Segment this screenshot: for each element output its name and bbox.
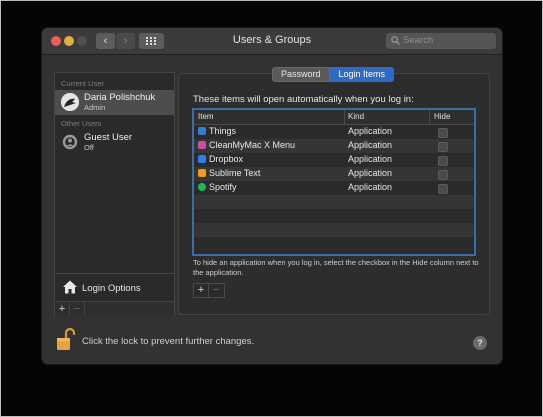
empty-row xyxy=(194,195,474,209)
column-header-kind[interactable]: Kind xyxy=(348,112,364,121)
dropbox-icon xyxy=(198,155,206,163)
remove-user-button[interactable]: − xyxy=(70,302,85,316)
cleanmymac-icon xyxy=(198,141,206,149)
unlocked-lock-icon[interactable] xyxy=(55,327,75,353)
item-name: CleanMyMac X Menu xyxy=(209,140,296,150)
title-bar: ‹ › Users & Groups Search xyxy=(42,28,502,55)
things-icon xyxy=(198,127,206,135)
add-login-item-button[interactable]: + xyxy=(194,284,209,297)
sublime-icon xyxy=(198,169,206,177)
eagle-avatar-icon xyxy=(61,93,79,111)
item-cell: Things xyxy=(198,126,236,136)
users-sidebar: Current User Daria Polishchuk Admin Othe… xyxy=(54,72,175,317)
item-cell: Sublime Text xyxy=(198,168,260,178)
column-header-hide[interactable]: Hide xyxy=(434,112,450,121)
kind-cell: Application xyxy=(348,126,393,136)
column-divider xyxy=(429,110,430,124)
item-name: Things xyxy=(209,126,237,136)
table-row[interactable]: Sublime Text Application xyxy=(194,167,474,181)
bottom-bar: Click the lock to prevent further change… xyxy=(42,320,502,364)
add-user-button[interactable]: + xyxy=(55,302,70,316)
empty-row xyxy=(194,223,474,237)
tab-login-items[interactable]: Login Items xyxy=(329,67,395,82)
login-options-item[interactable]: Login Options xyxy=(55,273,174,302)
hide-checkbox[interactable] xyxy=(438,184,448,194)
guest-user-icon xyxy=(62,134,78,150)
kind-cell: Application xyxy=(348,140,393,150)
user-avatar xyxy=(61,93,79,111)
sidebar-item-current-user[interactable]: Daria Polishchuk Admin xyxy=(55,90,174,115)
sidebar-footer: + − xyxy=(55,301,174,317)
search-placeholder: Search xyxy=(403,35,434,46)
current-user-label: Current User xyxy=(61,79,104,88)
current-user-name: Daria Polishchuk xyxy=(84,92,156,103)
preferences-window: ‹ › Users & Groups Search Current User D… xyxy=(42,28,502,364)
column-header-item[interactable]: Item xyxy=(198,112,214,121)
login-items-controls: + − xyxy=(193,283,225,298)
login-items-table[interactable]: Item Kind Hide Things Application CleanM… xyxy=(192,108,476,256)
house-icon xyxy=(63,280,77,294)
login-items-intro: These items will open automatically when… xyxy=(193,94,414,105)
spotify-icon xyxy=(198,183,206,191)
search-field[interactable]: Search xyxy=(386,33,496,49)
remove-login-item-button[interactable]: − xyxy=(209,284,223,297)
hide-checkbox[interactable] xyxy=(438,170,448,180)
hide-checkbox[interactable] xyxy=(438,128,448,138)
item-cell: Spotify xyxy=(198,182,237,192)
other-users-label: Other Users xyxy=(61,119,102,128)
hide-checkbox[interactable] xyxy=(438,156,448,166)
table-row[interactable]: Dropbox Application xyxy=(194,153,474,167)
sidebar-item-guest-user[interactable]: Guest User Off xyxy=(55,130,174,155)
guest-user-name: Guest User xyxy=(84,132,133,143)
item-cell: Dropbox xyxy=(198,154,243,164)
lock-status-text: Click the lock to prevent further change… xyxy=(82,336,255,347)
item-cell: CleanMyMac X Menu xyxy=(198,140,295,150)
kind-cell: Application xyxy=(348,154,393,164)
table-row[interactable]: Spotify Application xyxy=(194,181,474,195)
hide-checkbox[interactable] xyxy=(438,142,448,152)
table-row[interactable]: Things Application xyxy=(194,125,474,139)
login-options-label: Login Options xyxy=(82,283,141,294)
search-icon xyxy=(391,36,400,45)
column-divider xyxy=(344,110,345,124)
tab-password[interactable]: Password xyxy=(272,67,330,82)
table-header: Item Kind Hide xyxy=(194,110,474,125)
kind-cell: Application xyxy=(348,182,393,192)
item-name: Spotify xyxy=(209,182,237,192)
guest-user-status: Off xyxy=(84,143,94,152)
guest-avatar xyxy=(61,133,79,151)
help-button[interactable]: ? xyxy=(473,336,487,350)
item-name: Dropbox xyxy=(209,154,244,164)
tab-bar: Password Login Items xyxy=(272,67,395,82)
table-row[interactable]: CleanMyMac X Menu Application xyxy=(194,139,474,153)
hide-hint-text: To hide an application when you log in, … xyxy=(193,258,479,277)
current-user-role: Admin xyxy=(84,103,106,112)
item-name: Sublime Text xyxy=(209,168,261,178)
kind-cell: Application xyxy=(348,168,393,178)
